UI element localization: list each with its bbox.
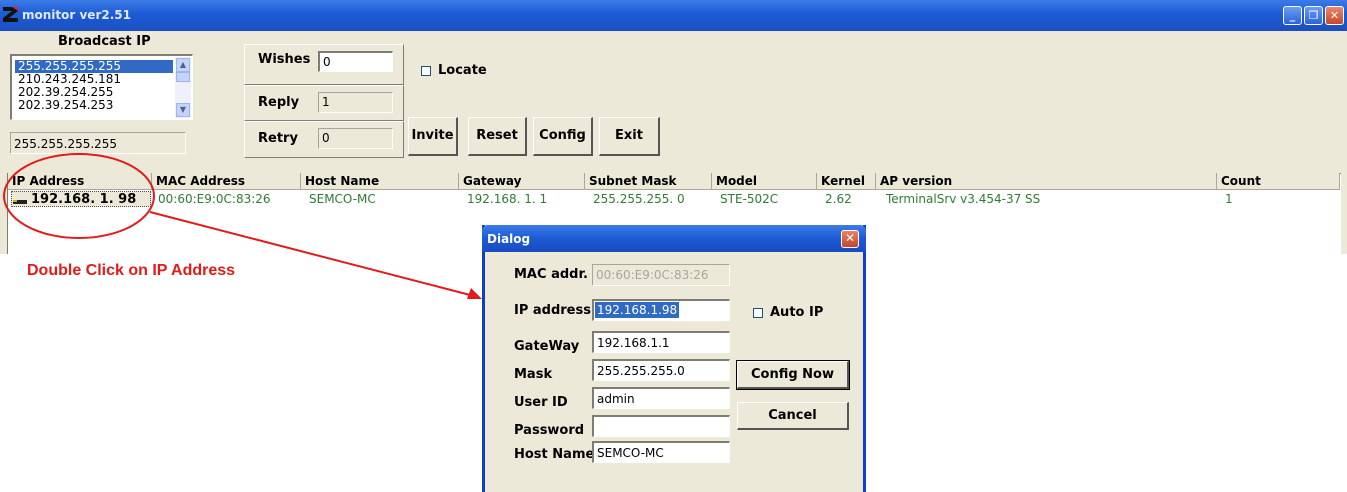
- ip-address-field[interactable]: 192.168.1.98: [592, 299, 730, 321]
- annotation-text: Double Click on IP Address: [27, 262, 236, 279]
- mac-field: 00:60:E9:0C:83:26: [592, 264, 730, 286]
- mask-label: Mask: [514, 367, 553, 382]
- password-field[interactable]: [592, 415, 730, 437]
- host-name-label: Host Name: [514, 447, 595, 462]
- auto-ip-label: Auto IP: [770, 305, 824, 320]
- user-id-field[interactable]: admin: [592, 387, 730, 409]
- password-label: Password: [514, 423, 585, 438]
- host-name-field[interactable]: SEMCO-MC: [592, 441, 730, 463]
- auto-ip-checkbox[interactable]: [753, 308, 763, 318]
- dialog-title: Dialog: [487, 232, 531, 246]
- gateway-label: GateWay: [514, 339, 580, 354]
- gateway-field[interactable]: 192.168.1.1: [592, 331, 730, 353]
- dialog-close-icon[interactable]: ✕: [841, 230, 859, 248]
- annotation-arrow: [149, 211, 475, 297]
- cancel-button[interactable]: Cancel: [737, 402, 849, 430]
- config-now-button[interactable]: Config Now: [736, 360, 850, 390]
- annotation-arrowhead: [467, 288, 482, 299]
- annotation-circle: [3, 153, 155, 239]
- user-id-label: User ID: [514, 395, 568, 410]
- mask-field[interactable]: 255.255.255.0: [592, 359, 730, 381]
- ip-address-label: IP address: [514, 303, 591, 318]
- dialog-title-bar[interactable]: [482, 225, 866, 252]
- mac-label: MAC addr.: [514, 267, 588, 282]
